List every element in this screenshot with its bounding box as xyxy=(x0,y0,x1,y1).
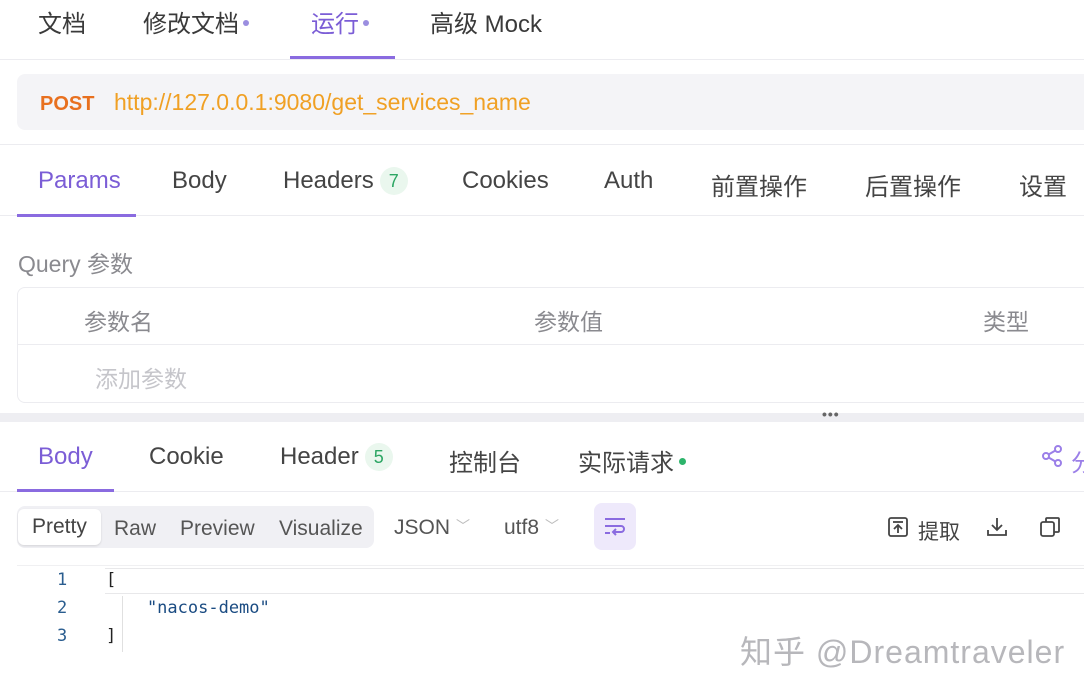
tab-response-header-label: Header xyxy=(280,443,359,470)
tab-auth-label: Auth xyxy=(604,167,654,194)
format-select-value: JSON xyxy=(394,516,451,539)
url-bar[interactable]: POST http://127.0.0.1:9080/get_services_… xyxy=(17,74,1084,130)
tab-advanced-mock[interactable]: 高级 Mock xyxy=(430,4,542,39)
active-tab-indicator xyxy=(290,56,395,59)
format-select[interactable]: JSON ﹀ xyxy=(394,516,470,540)
code-line: "nacos-demo" xyxy=(106,598,270,618)
line-number: 1 xyxy=(57,570,68,590)
download-icon[interactable] xyxy=(986,516,1008,543)
encoding-select-value: utf8 xyxy=(504,516,540,539)
tab-headers[interactable]: Headers 7 xyxy=(283,167,408,195)
tab-cookies-label: Cookies xyxy=(462,167,549,194)
extract-button[interactable]: 提取 xyxy=(918,516,960,546)
tab-response-cookie[interactable]: Cookie xyxy=(149,443,224,471)
tab-console-label: 控制台 xyxy=(449,450,521,477)
http-method[interactable]: POST xyxy=(40,93,94,116)
tab-cookies[interactable]: Cookies xyxy=(462,167,549,195)
tab-docs[interactable]: 文档 xyxy=(38,4,86,39)
top-tab-bar: 文档 修改文档 运行 高级 Mock xyxy=(0,0,1084,60)
table-header: 参数名 参数值 类型 xyxy=(18,288,1084,345)
status-dot xyxy=(679,458,686,465)
view-raw-button[interactable]: Raw xyxy=(114,517,156,541)
request-tab-bar: Params Body Headers 7 Cookies Auth 前置操作 后… xyxy=(0,144,1084,217)
drag-handle-icon[interactable]: ••• xyxy=(822,406,840,422)
tab-body-label: Body xyxy=(172,167,227,194)
tab-headers-label: Headers xyxy=(283,167,374,194)
tab-response-cookie-label: Cookie xyxy=(149,443,224,470)
chevron-down-icon: ﹀ xyxy=(545,518,560,534)
tab-advanced-mock-label: 高级 Mock xyxy=(430,11,543,38)
share-button-label[interactable]: 分 xyxy=(1071,443,1084,478)
tab-run[interactable]: 运行 xyxy=(311,4,369,39)
line-number: 3 xyxy=(57,626,68,646)
unsaved-dot xyxy=(243,20,249,26)
encoding-select[interactable]: utf8 ﹀ xyxy=(504,516,559,540)
tab-body[interactable]: Body xyxy=(172,167,227,195)
watermark: 知乎 @Dreamtraveler xyxy=(740,634,1066,670)
column-header-type: 类型 xyxy=(983,309,1029,335)
current-line-highlight xyxy=(105,568,1084,594)
extract-icon[interactable] xyxy=(887,516,909,543)
tab-params-label: Params xyxy=(38,167,121,194)
tab-docs-label: 文档 xyxy=(38,11,86,38)
tab-post-operations-label: 后置操作 xyxy=(865,174,961,201)
tab-response-body[interactable]: Body xyxy=(38,443,93,471)
view-mode-switch: Pretty Raw Preview Visualize xyxy=(17,506,374,548)
view-preview-button[interactable]: Preview xyxy=(180,517,255,541)
tab-settings[interactable]: 设置 xyxy=(1019,167,1067,202)
tab-pre-operations[interactable]: 前置操作 xyxy=(711,167,807,202)
copy-icon[interactable] xyxy=(1039,516,1061,543)
tab-settings-label: 设置 xyxy=(1019,174,1067,201)
view-pretty-button[interactable]: Pretty xyxy=(18,509,101,545)
column-header-name: 参数名 xyxy=(84,309,153,335)
query-params-table: 参数名 参数值 类型 添加参数 xyxy=(17,287,1084,403)
tab-run-label: 运行 xyxy=(311,11,359,38)
tab-auth[interactable]: Auth xyxy=(604,167,653,195)
tab-pre-operations-label: 前置操作 xyxy=(711,174,807,201)
add-param-input[interactable]: 添加参数 xyxy=(95,360,187,394)
tab-actual-request-label: 实际请求 xyxy=(578,450,674,477)
headers-count-badge: 7 xyxy=(379,167,408,195)
pane-splitter[interactable] xyxy=(0,413,1084,422)
tab-params[interactable]: Params xyxy=(38,167,121,195)
tab-actual-request[interactable]: 实际请求 xyxy=(578,443,686,478)
view-visualize-button[interactable]: Visualize xyxy=(279,517,363,541)
line-number: 2 xyxy=(57,598,68,618)
code-line: ] xyxy=(106,626,117,646)
active-tab-indicator xyxy=(17,214,136,217)
word-wrap-button[interactable] xyxy=(594,503,636,550)
active-tab-indicator xyxy=(17,489,114,492)
tab-response-header[interactable]: Header 5 xyxy=(280,443,393,471)
share-icon[interactable] xyxy=(1040,444,1064,473)
response-tab-bar: Body Cookie Header 5 控制台 实际请求 分 xyxy=(0,422,1084,492)
unsaved-dot xyxy=(363,20,369,26)
column-header-value: 参数值 xyxy=(534,309,603,335)
tab-edit-docs[interactable]: 修改文档 xyxy=(143,4,249,39)
request-url[interactable]: http://127.0.0.1:9080/get_services_name xyxy=(114,89,531,116)
query-params-heading: Query 参数 xyxy=(18,251,134,277)
word-wrap-icon xyxy=(605,518,625,536)
tab-response-body-label: Body xyxy=(38,443,93,470)
tab-console[interactable]: 控制台 xyxy=(449,443,521,478)
chevron-down-icon: ﹀ xyxy=(456,518,471,534)
tab-post-operations[interactable]: 后置操作 xyxy=(865,167,961,202)
code-line: [ xyxy=(106,570,117,590)
tab-edit-docs-label: 修改文档 xyxy=(143,11,239,38)
header-count-badge: 5 xyxy=(364,443,393,471)
